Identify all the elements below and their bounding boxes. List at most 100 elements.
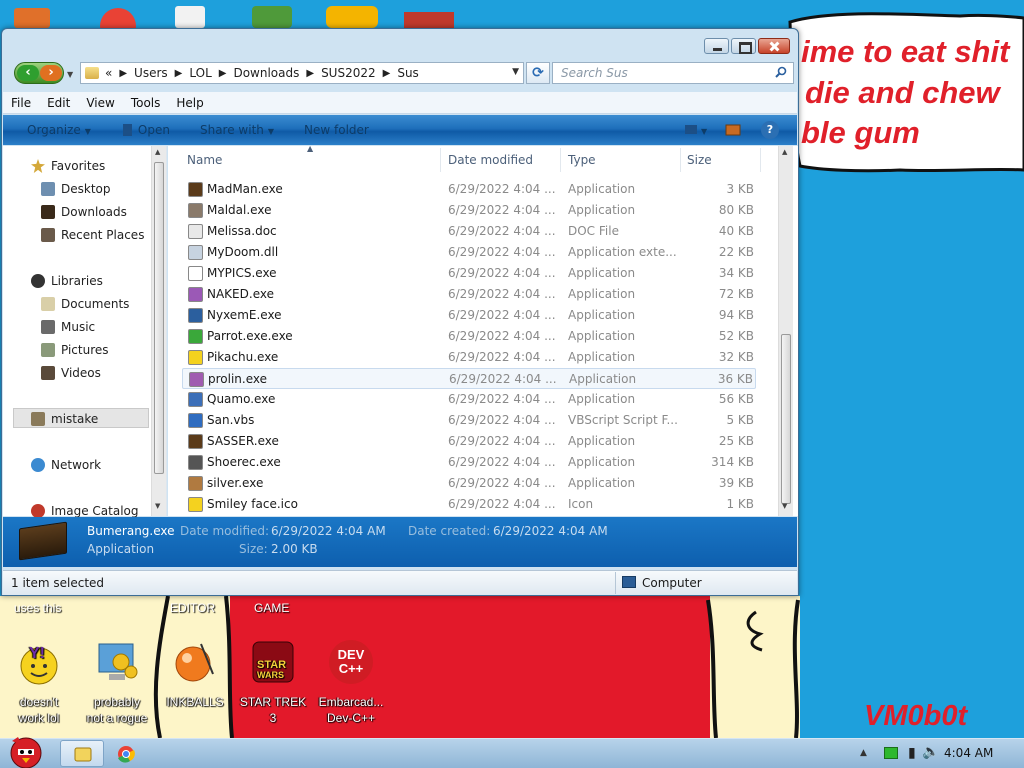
show-hidden-icons-arrow[interactable]: ▲ — [860, 748, 867, 758]
breadcrumb-sus2022[interactable]: SUS2022 — [321, 66, 376, 80]
file-row[interactable]: Shoerec.exe 6/29/2022 4:04 ... Application… — [182, 452, 756, 473]
menu-help[interactable]: Help — [168, 96, 211, 110]
chevron-right-icon[interactable]: ▶ — [219, 68, 227, 79]
partial-icon-label[interactable]: uses this — [14, 601, 61, 615]
file-row[interactable]: MadMan.exe 6/29/2022 4:04 ... Application 3… — [182, 179, 756, 200]
file-row[interactable]: San.vbs 6/29/2022 4:04 ... VBScript Script… — [182, 410, 756, 431]
nav-music[interactable]: Music — [41, 320, 95, 334]
search-input[interactable]: Search Sus — [552, 62, 794, 84]
file-row[interactable]: NyxemE.exe 6/29/2022 4:04 ... Application 9… — [182, 305, 756, 326]
file-type: Application — [568, 308, 636, 322]
address-overflow[interactable]: « — [105, 66, 112, 80]
nav-scrollbar[interactable]: ▲ ▼ — [151, 146, 166, 516]
chevron-down-icon[interactable]: ▼ — [512, 67, 519, 77]
file-row[interactable]: SASSER.exe 6/29/2022 4:04 ... Application 2… — [182, 431, 756, 452]
desktop-icon-rogue[interactable]: probably not a rogue — [78, 638, 156, 726]
column-type[interactable]: Type — [568, 153, 596, 167]
clock[interactable]: 4:04 AM — [944, 746, 993, 760]
nav-videos[interactable]: Videos — [41, 366, 101, 380]
chevron-right-icon[interactable]: ▶ — [383, 68, 391, 79]
scroll-down-icon[interactable]: ▼ — [155, 502, 160, 510]
action-center-icon[interactable] — [884, 747, 898, 759]
chevron-right-icon[interactable]: ▶ — [306, 68, 314, 79]
desktop-icon-yahoo[interactable]: Y! doesn't work lol — [0, 638, 78, 726]
file-row[interactable]: Maldal.exe 6/29/2022 4:04 ... Application 8… — [182, 200, 756, 221]
share-with-button[interactable]: Share with ▼ — [182, 123, 286, 137]
chevron-right-icon[interactable]: ▶ — [175, 68, 183, 79]
column-name[interactable]: Name — [187, 153, 222, 167]
file-row[interactable]: Melissa.doc 6/29/2022 4:04 ... DOC File 40 … — [182, 221, 756, 242]
breadcrumb-sus[interactable]: Sus — [397, 66, 418, 80]
nav-recent-places[interactable]: Recent Places — [41, 228, 144, 242]
taskbar-explorer-button[interactable] — [60, 740, 104, 767]
search-icon[interactable] — [775, 66, 787, 78]
nav-libraries[interactable]: Libraries — [31, 274, 103, 288]
start-button-angry-bird-icon[interactable] — [4, 731, 48, 768]
desktop-icon-inkball[interactable]: INKBALLS — [156, 638, 234, 710]
open-button[interactable]: Open — [103, 123, 182, 137]
organize-button[interactable]: Organize ▼ — [3, 123, 103, 137]
nav-network[interactable]: Network — [31, 458, 101, 472]
column-date-modified[interactable]: Date modified — [448, 153, 533, 167]
file-row[interactable]: Quamo.exe 6/29/2022 4:04 ... Application 56… — [182, 389, 756, 410]
taskbar-chrome-button[interactable] — [106, 740, 150, 767]
help-icon[interactable]: ? — [761, 121, 779, 139]
maximize-button[interactable] — [731, 38, 756, 54]
scroll-thumb[interactable] — [781, 334, 791, 504]
new-folder-button[interactable]: New folder — [286, 123, 381, 137]
column-divider[interactable] — [760, 148, 761, 172]
file-row[interactable]: Parrot.exe.exe 6/29/2022 4:04 ... Applicat… — [182, 326, 756, 347]
column-size[interactable]: Size — [687, 153, 712, 167]
breadcrumb-users[interactable]: Users — [134, 66, 168, 80]
file-row[interactable]: Smiley face.ico 6/29/2022 4:04 ... Icon 1 K… — [182, 494, 756, 515]
file-row[interactable]: silver.exe 6/29/2022 4:04 ... Application 3… — [182, 473, 756, 494]
volume-icon[interactable]: 🔈 — [922, 744, 939, 760]
view-options-button[interactable]: ▼ — [683, 120, 708, 140]
menu-tools[interactable]: Tools — [123, 96, 169, 110]
nav-pictures[interactable]: Pictures — [41, 343, 109, 357]
scroll-down-icon[interactable]: ▼ — [782, 502, 787, 510]
column-divider[interactable] — [680, 148, 681, 172]
explorer-window[interactable]: ‹ › ▼ « ▶ Users ▶ LOL ▶ Downloads ▶ SUS2… — [1, 28, 799, 596]
file-type: Application — [568, 455, 636, 469]
breadcrumb-downloads[interactable]: Downloads — [233, 66, 299, 80]
close-button[interactable] — [758, 38, 790, 54]
file-type: Application — [568, 350, 636, 364]
menu-edit[interactable]: Edit — [39, 96, 78, 110]
menu-view[interactable]: View — [78, 96, 122, 110]
network-tray-icon[interactable]: ▮ — [908, 745, 916, 761]
address-bar[interactable]: « ▶ Users ▶ LOL ▶ Downloads ▶ SUS2022 ▶ … — [80, 62, 524, 84]
partial-icon-label[interactable]: GAME — [254, 601, 289, 615]
back-button[interactable]: ‹ — [17, 65, 39, 81]
file-row[interactable]: MYPICS.exe 6/29/2022 4:04 ... Application 3… — [182, 263, 756, 284]
scroll-up-icon[interactable]: ▲ — [155, 148, 160, 156]
file-row[interactable]: NAKED.exe 6/29/2022 4:04 ... Application 72… — [182, 284, 756, 305]
scroll-up-icon[interactable]: ▲ — [782, 148, 787, 156]
nav-documents[interactable]: Documents — [41, 297, 129, 311]
preview-pane-button[interactable] — [723, 120, 745, 140]
partial-icon-label[interactable]: EDITOR — [170, 601, 215, 615]
recent-pages-dropdown[interactable]: ▼ — [67, 70, 73, 79]
forward-button[interactable]: › — [40, 65, 62, 81]
menu-file[interactable]: File — [3, 96, 39, 110]
column-divider[interactable] — [440, 148, 441, 172]
nav-mistake-label: mistake — [51, 412, 99, 426]
nav-mistake[interactable]: mistake — [31, 412, 98, 426]
desktop-icon-star-trek[interactable]: STAR WARS STAR TREK 3 — [234, 638, 312, 726]
details-file-kind: Application — [87, 542, 155, 556]
file-list-scrollbar[interactable]: ▲ ▼ — [778, 146, 793, 516]
nav-desktop[interactable]: Desktop — [41, 182, 111, 196]
nav-downloads[interactable]: Downloads — [41, 205, 127, 219]
scroll-thumb[interactable] — [154, 162, 164, 474]
nav-image-catalog[interactable]: Image Catalog — [31, 504, 138, 518]
nav-favorites[interactable]: Favorites — [31, 159, 105, 173]
details-size: 2.00 KB — [271, 542, 318, 556]
file-row[interactable]: prolin.exe 6/29/2022 4:04 ... Application 3… — [182, 368, 756, 389]
file-row[interactable]: MyDoom.dll 6/29/2022 4:04 ... Application … — [182, 242, 756, 263]
desktop-icon-dev-cpp[interactable]: DEV C++ Embarcad... Dev-C++ — [312, 638, 390, 726]
column-divider[interactable] — [560, 148, 561, 172]
minimize-button[interactable] — [704, 38, 729, 54]
breadcrumb-lol[interactable]: LOL — [189, 66, 211, 80]
file-row[interactable]: Pikachu.exe 6/29/2022 4:04 ... Application… — [182, 347, 756, 368]
refresh-button[interactable]: ⟳ — [526, 62, 550, 84]
